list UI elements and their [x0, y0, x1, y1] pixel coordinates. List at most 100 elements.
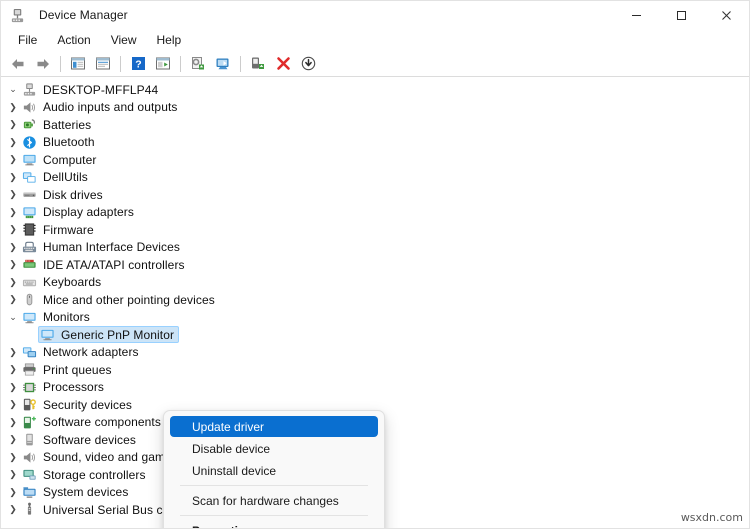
- speaker-icon: [21, 99, 37, 115]
- chevron-right-icon[interactable]: ❯: [5, 396, 21, 413]
- chevron-right-icon[interactable]: ❯: [5, 99, 21, 116]
- chevron-right-icon[interactable]: ❯: [5, 116, 21, 133]
- tree-item-label: Batteries: [43, 117, 92, 132]
- tree-item-bluetooth[interactable]: ❯ Bluetooth: [1, 134, 749, 152]
- chevron-right-icon[interactable]: ❯: [5, 344, 21, 361]
- system-device-icon: [21, 484, 37, 500]
- menu-action[interactable]: Action: [47, 31, 100, 49]
- security-device-icon: [21, 397, 37, 413]
- tree-item-content: Network adapters: [21, 344, 143, 361]
- monitor-icon: [21, 309, 37, 325]
- menu-file[interactable]: File: [8, 31, 47, 49]
- tree-item-human-interface-devices[interactable]: ❯ Human Interface Devices: [1, 239, 749, 257]
- back-button[interactable]: [6, 53, 30, 75]
- chevron-right-icon[interactable]: ❯: [5, 134, 21, 151]
- menu-view[interactable]: View: [101, 31, 147, 49]
- tree-item-monitors[interactable]: ⌄ Monitors: [1, 309, 749, 327]
- tree-item-mice-and-other-pointing-devices[interactable]: ❯ Mice and other pointing devices: [1, 291, 749, 309]
- bluetooth-icon: [21, 134, 37, 150]
- chevron-right-icon[interactable]: ❯: [5, 414, 21, 431]
- window-controls: [614, 1, 749, 29]
- tree-item-ide-ata-atapi-controllers[interactable]: ❯ IDE ATA/ATAPI controllers: [1, 256, 749, 274]
- processor-icon: [21, 379, 37, 395]
- menu-bar: File Action View Help: [1, 29, 749, 51]
- tree-item-selected-highlight: Generic PnP Monitor: [38, 326, 180, 344]
- tree-item-generic-pnp-monitor[interactable]: Generic PnP Monitor: [1, 326, 749, 344]
- chevron-right-icon[interactable]: ❯: [5, 501, 21, 518]
- chevron-down-icon[interactable]: ⌄: [5, 309, 21, 326]
- download-button[interactable]: [296, 53, 320, 75]
- show-hidden-devices-button[interactable]: [66, 53, 90, 75]
- tree-item-content: Computer: [21, 151, 101, 168]
- tree-item-computer[interactable]: ❯ Computer: [1, 151, 749, 169]
- context-menu-item-uninstall-device[interactable]: Uninstall device: [170, 460, 378, 481]
- tree-item-batteries[interactable]: ❯ Batteries: [1, 116, 749, 134]
- tree-root-row[interactable]: ⌄ DESKTOP-MFFLP44: [1, 81, 749, 99]
- chevron-right-icon[interactable]: ❯: [5, 256, 21, 273]
- tree-item-audio-inputs-and-outputs[interactable]: ❯ Audio inputs and outputs: [1, 99, 749, 117]
- device-manager-window: Device Manager File Action View Help ? ⌄…: [0, 0, 750, 529]
- uninstall-device-button[interactable]: [271, 53, 295, 75]
- close-button[interactable]: [704, 1, 749, 29]
- update-driver-button[interactable]: [186, 53, 210, 75]
- printer-icon: [21, 362, 37, 378]
- chevron-right-icon[interactable]: ❯: [5, 431, 21, 448]
- chevron-right-icon[interactable]: ❯: [5, 221, 21, 238]
- toolbar: ?: [1, 51, 749, 77]
- tree-item-content: Software components: [21, 414, 165, 431]
- context-menu-item-properties[interactable]: Properties: [170, 520, 378, 529]
- disk-drive-icon: [21, 187, 37, 203]
- hid-icon: [21, 239, 37, 255]
- mouse-icon: [21, 292, 37, 308]
- network-adapter-icon: [21, 344, 37, 360]
- tree-item-print-queues[interactable]: ❯ Print queues: [1, 361, 749, 379]
- chevron-right-icon[interactable]: ❯: [5, 186, 21, 203]
- tree-item-processors[interactable]: ❯ Processors: [1, 379, 749, 397]
- chevron-right-icon[interactable]: ❯: [5, 361, 21, 378]
- chevron-right-icon[interactable]: ❯: [5, 449, 21, 466]
- display-adapter-icon: [21, 204, 37, 220]
- context-menu-item-disable-device[interactable]: Disable device: [170, 438, 378, 459]
- forward-button[interactable]: [31, 53, 55, 75]
- scan-for-hardware-changes-button[interactable]: [211, 53, 235, 75]
- chevron-right-icon[interactable]: ❯: [5, 466, 21, 483]
- chevron-down-icon[interactable]: ⌄: [5, 81, 21, 98]
- device-tree[interactable]: ⌄ DESKTOP-MFFLP44 ❯ Audio inputs and outp…: [1, 77, 749, 528]
- chevron-right-icon[interactable]: ❯: [5, 151, 21, 168]
- chevron-right-icon[interactable]: ❯: [5, 484, 21, 501]
- tree-item-label: Print queues: [43, 362, 112, 377]
- chevron-right-icon[interactable]: ❯: [5, 204, 21, 221]
- tree-item-network-adapters[interactable]: ❯ Network adapters: [1, 344, 749, 362]
- tree-item-keyboards[interactable]: ❯ Keyboards: [1, 274, 749, 292]
- tree-item-content: Display adapters: [21, 204, 138, 221]
- context-menu-separator-2: [180, 515, 368, 516]
- maximize-button[interactable]: [659, 1, 704, 29]
- tree-item-content: System devices: [21, 484, 132, 501]
- tree-item-label: Processors: [43, 380, 105, 395]
- chevron-right-icon[interactable]: ❯: [5, 379, 21, 396]
- tree-item-firmware[interactable]: ❯ Firmware: [1, 221, 749, 239]
- menu-help[interactable]: Help: [147, 31, 192, 49]
- context-menu-item-update-driver[interactable]: Update driver: [170, 416, 378, 437]
- chevron-right-icon[interactable]: ❯: [5, 169, 21, 186]
- context-menu-item-scan-for-hardware-changes[interactable]: Scan for hardware changes: [170, 490, 378, 511]
- tree-root-label: DESKTOP-MFFLP44: [43, 82, 159, 97]
- tree-item-content: Bluetooth: [21, 134, 99, 151]
- help-button[interactable]: ?: [126, 53, 150, 75]
- context-menu[interactable]: Update driver Disable device Uninstall d…: [163, 410, 385, 528]
- device-properties-button[interactable]: [151, 53, 175, 75]
- tree-item-disk-drives[interactable]: ❯ Disk drives: [1, 186, 749, 204]
- tree-item-content: Print queues: [21, 361, 116, 378]
- tree-item-display-adapters[interactable]: ❯ Display adapters: [1, 204, 749, 222]
- tree-item-content: Audio inputs and outputs: [21, 99, 182, 116]
- chevron-right-icon[interactable]: ❯: [5, 239, 21, 256]
- tree-item-label: Monitors: [43, 310, 90, 325]
- chevron-right-icon[interactable]: ❯: [5, 291, 21, 308]
- enable-device-button[interactable]: [246, 53, 270, 75]
- minimize-button[interactable]: [614, 1, 659, 29]
- tree-item-dellutils[interactable]: ❯ DellUtils: [1, 169, 749, 187]
- tree-item-label: Storage controllers: [43, 467, 146, 482]
- chevron-right-icon[interactable]: ❯: [5, 274, 21, 291]
- properties-panel-button[interactable]: [91, 53, 115, 75]
